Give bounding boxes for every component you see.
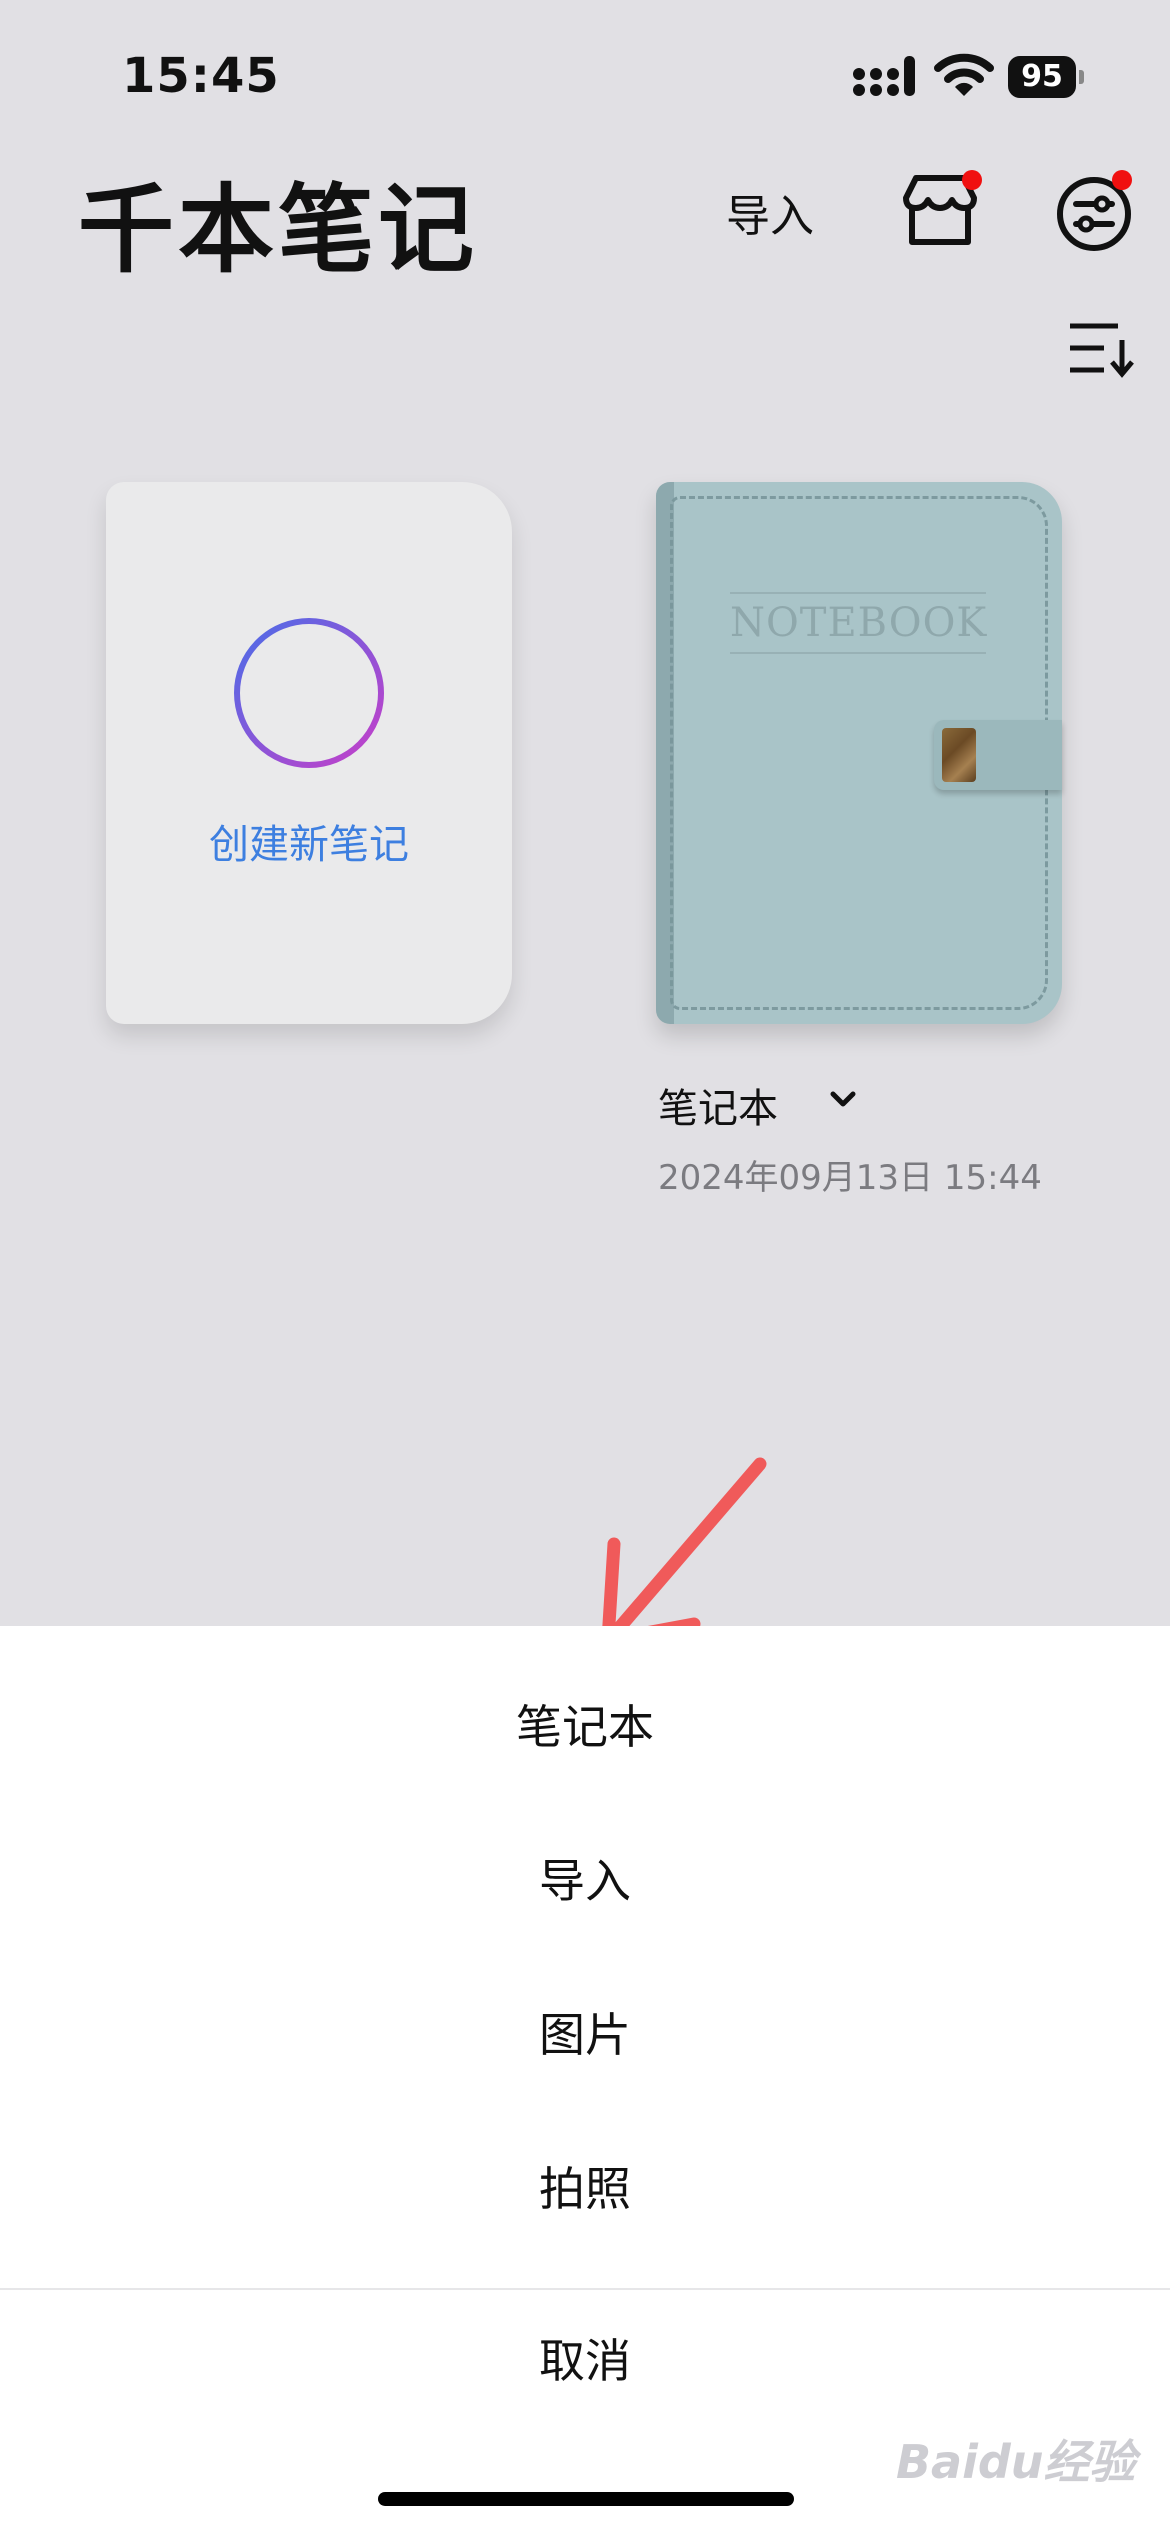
sheet-item-import[interactable]: 导入 bbox=[0, 1806, 1170, 1956]
settings-button[interactable] bbox=[1054, 168, 1140, 254]
notebook-date: 2024年09月13日 15:44 bbox=[658, 1158, 1042, 1198]
notebook-name[interactable]: 笔记本 bbox=[658, 1076, 778, 1134]
import-button[interactable]: 导入 bbox=[726, 180, 814, 244]
watermark: Baidu经验 bbox=[896, 2435, 1136, 2489]
create-note-card[interactable]: 创建新笔记 bbox=[106, 482, 512, 1024]
chevron-down-icon[interactable] bbox=[828, 1088, 858, 1112]
plus-circle-icon bbox=[234, 618, 384, 768]
status-bar: 15:45 95 bbox=[0, 0, 1170, 150]
action-sheet: 笔记本 导入 图片 拍照 取消 Baidu经验 bbox=[0, 1626, 1170, 2532]
notebook-cover[interactable]: NOTEBOOK bbox=[656, 482, 1062, 1024]
home-indicator[interactable] bbox=[378, 2492, 794, 2506]
signal-icon bbox=[853, 56, 915, 96]
battery-level: 95 bbox=[1008, 56, 1076, 98]
settings-badge bbox=[1112, 170, 1132, 190]
cancel-button[interactable]: 取消 bbox=[0, 2286, 1170, 2436]
sheet-item-image[interactable]: 图片 bbox=[0, 1960, 1170, 2110]
store-button[interactable] bbox=[892, 168, 988, 254]
wifi-icon bbox=[934, 53, 994, 96]
status-time: 15:45 bbox=[122, 48, 280, 104]
create-note-label: 创建新笔记 bbox=[209, 822, 409, 868]
page-title: 千本笔记 bbox=[78, 174, 478, 286]
notebook-cover-text: NOTEBOOK bbox=[730, 592, 986, 654]
notebook-clasp bbox=[934, 720, 1062, 790]
battery-indicator: 95 bbox=[1008, 56, 1084, 98]
clasp-buckle bbox=[942, 728, 976, 782]
sheet-item-camera[interactable]: 拍照 bbox=[0, 2114, 1170, 2264]
store-badge bbox=[962, 170, 982, 190]
sort-icon[interactable] bbox=[1068, 320, 1134, 378]
battery-tip bbox=[1079, 70, 1084, 84]
sheet-item-notebook[interactable]: 笔记本 bbox=[0, 1652, 1170, 1802]
